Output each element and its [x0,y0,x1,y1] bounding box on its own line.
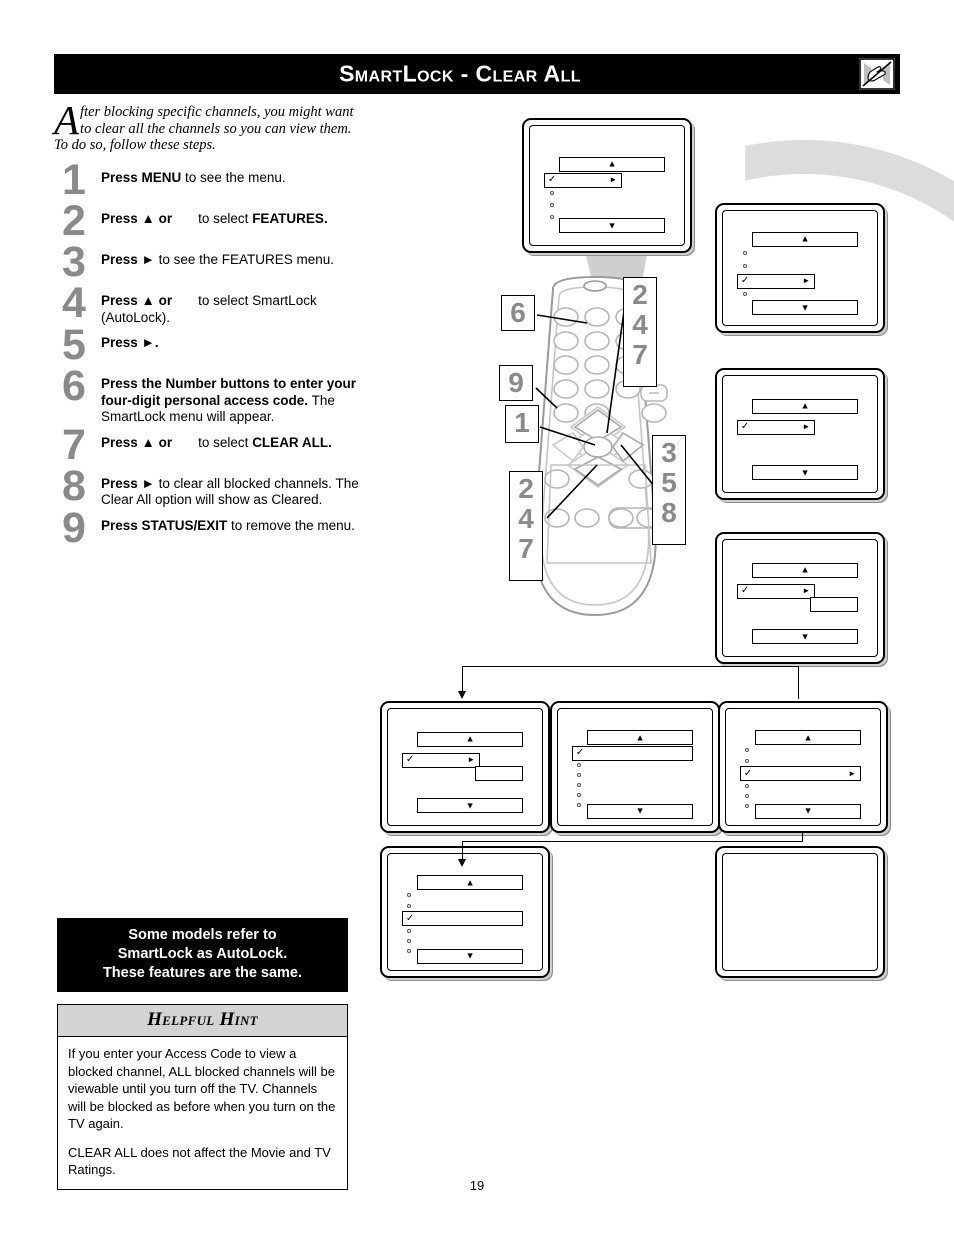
page-header: SmartLock - Clear All [54,54,900,94]
step-number-6: 6 [62,362,86,410]
helpful-hint-paragraph-2: CLEAR ALL does not affect the Movie and … [68,1144,331,1178]
step-text-9: Press STATUS/EXIT to remove the menu. [101,517,355,533]
step-1: 1 Press MENU to see the menu. [54,156,364,204]
step-number-4: 4 [62,279,86,327]
intro-dropcap: A [54,97,80,143]
intro-text: fter blocking specific channels, you mig… [54,104,354,153]
step-number-8: 8 [62,461,86,510]
step-text-3: Press ► to see the FEATURES menu. [101,252,334,267]
step-text-1: Press MENU to see the menu. [101,170,286,185]
step-text-6: Press the Number buttons to enter your f… [101,376,357,424]
page-title: SmartLock - Clear All [339,60,581,87]
step-3: 3 Press ► to see the FEATURES menu. [54,238,364,286]
helpful-hint-box: Helpful Hint If you enter your Access Co… [57,1004,348,1190]
callout-358: 3 5 8 [652,435,686,545]
step-4: 4 Press ▲ or to select SmartLock (AutoLock… [54,279,364,327]
step-text-7: Press ▲ or to select CLEAR ALL. [101,434,332,450]
helpful-hint-paragraph-1: If you enter your Access Code to view a … [68,1046,336,1131]
steps-list: 1 Press MENU to see the menu. 2 Press ▲ or t… [54,156,364,557]
step-6: 6 Press the Number buttons to enter your … [54,362,364,426]
callout-247-top: 2 4 7 [623,277,657,387]
callout-9: 9 [499,365,533,401]
step-2: 2 Press ▲ or to select FEATURES. [54,197,364,245]
helpful-hint-body: If you enter your Access Code to view a … [58,1037,347,1189]
step-7: 7 Press ▲ or to select CLEAR ALL. [54,421,364,469]
manual-page: SmartLock - Clear All After blocking spe… [0,0,954,1235]
callout-247-bottom: 2 4 7 [509,471,543,581]
tv-screen-clear-all-selected: ▲ ✓ ► ▼ [718,701,888,833]
connector-horizontal-bottom [462,841,803,843]
models-note-line3: These features are the same. [102,965,303,981]
step-text-5: Press ►. [101,335,159,350]
flow-diagram: ▲ ✓ ► ▼ ▲ ✓ ► ▼ ▲ ✓ ► ▼ ▲ ✓ ► ▼ ▲ ✓ ► ▼ … [370,100,954,1000]
arrowhead-to-tv8 [458,859,466,867]
step-text-2: Press ▲ or to select FEATURES. [101,211,328,226]
step-9: 9 Press STATUS/EXIT to remove the menu. [54,504,364,552]
step-text-4: Press ▲ or to select SmartLock (AutoLock)… [101,293,317,325]
tv-screen-blank [715,846,885,978]
arrowhead-to-tv5 [458,691,466,699]
page-number: 19 [469,1178,485,1193]
helpful-hint-heading: Helpful Hint [58,1005,347,1037]
models-note-box: Some models refer to SmartLock as AutoLo… [57,918,348,992]
callout-1: 1 [505,405,539,443]
connector-vertical-right [798,666,800,699]
tv-screen-clear-all-list: ▲ ✓ ▼ [550,701,720,833]
intro-paragraph: After blocking specific channels, you mi… [54,97,354,154]
models-note-line1: Some models refer to [128,927,277,943]
connector-vertical-to-tv5 [462,666,464,693]
step-text-8: Press ► to clear all blocked channels. T… [101,475,359,508]
tv-screen-smartlock-menu: ▲ ✓ ► ▼ [380,701,550,833]
tv-screen-main-menu: ▲ ✓ ► ▼ [522,118,692,253]
step-number-9: 9 [62,503,86,552]
tv-screen-features-menu: ▲ ✓ ► ▼ [715,203,885,333]
tv-screen-smartlock: ▲ ✓ ► ▼ [715,368,885,500]
callout-6: 6 [501,295,535,331]
connector-horizontal-main [462,666,799,668]
tv-screen-access-code: ▲ ✓ ► ▼ [715,532,885,664]
connector-vertical-to-tv8 [462,841,464,861]
remote-control: 6 2 4 7 9 1 2 4 7 3 5 8 [495,275,725,630]
step-5: 5 Press ►. [54,321,364,369]
tv-hand-blocked-icon [858,57,896,91]
models-note-line2: SmartLock as AutoLock. [117,946,288,962]
step-8: 8 Press ► to clear all blocked channels. … [54,462,364,510]
